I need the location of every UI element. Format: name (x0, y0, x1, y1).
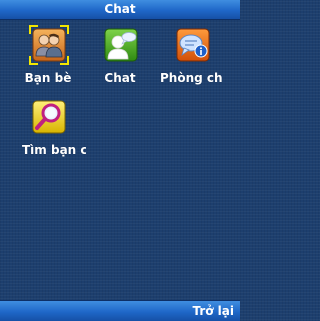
menu-item-chat-room[interactable]: Phòng ch (154, 28, 240, 88)
selection-frame (29, 25, 69, 65)
title-bar: Chat (0, 0, 240, 20)
menu-item-friends[interactable]: Bạn bè (10, 25, 86, 88)
friends-icon (29, 25, 69, 65)
page-title: Chat (104, 2, 136, 16)
chat-room-icon (176, 28, 210, 62)
menu-item-label: Bạn bè (24, 71, 72, 85)
search-friend-icon (32, 100, 66, 134)
back-softkey[interactable]: Trở lại (192, 301, 234, 321)
softkey-bar: Trở lại (0, 300, 240, 321)
menu-item-label: Phòng ch (160, 71, 223, 85)
menu-item-find-friend[interactable]: Tìm bạn c (10, 100, 86, 160)
chat-person-icon (104, 28, 138, 62)
menu-item-label: Chat (104, 71, 136, 85)
menu-item-label: Tìm bạn c (22, 143, 86, 157)
menu-item-chat[interactable]: Chat (82, 28, 158, 88)
